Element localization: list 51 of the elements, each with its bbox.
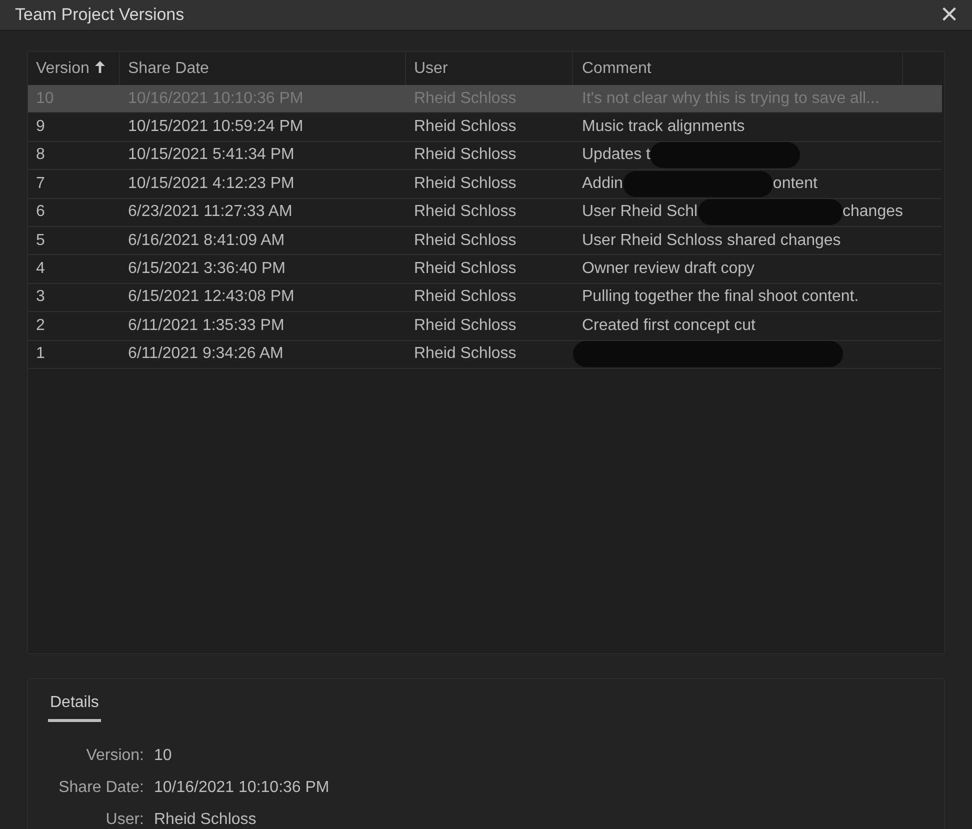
table-cell-text: Addin <box>582 174 623 194</box>
table-cell-text: 9 <box>35 117 46 138</box>
table-row[interactable]: 6 6/23/2021 11:27:33 AM Rheid Schloss User Rheid Schl changes <box>28 198 942 227</box>
table-cell-text: 6/11/2021 1:35:33 PM <box>127 316 286 336</box>
table-cell-text: User Rheid Schl <box>582 202 698 222</box>
table-cell-text: 7 <box>35 174 46 194</box>
field-label: Share Date: <box>58 778 144 798</box>
table-row[interactable]: 8 10/15/2021 5:41:34 PM Rheid Schloss Updates t <box>28 142 942 170</box>
table-cell-text: Rheid Schloss <box>413 202 518 222</box>
table-cell-text: 5 <box>35 230 46 251</box>
table-cell-text: 6/16/2021 8:41:09 AM <box>127 230 286 251</box>
table-cell-text: 4 <box>35 259 46 280</box>
field-value: Rheid Schloss <box>154 810 258 829</box>
table-row[interactable]: 3 6/15/2021 12:43:08 PM Rheid Schloss Pulling together the final shoot content. <box>28 284 942 312</box>
field-value: 10/16/2021 10:10:36 PM <box>154 778 330 798</box>
table-cell-text: Rheid Schloss <box>413 230 518 251</box>
window-title: Team Project Versions <box>15 4 184 26</box>
table-cell-text: 6/23/2021 11:27:33 AM <box>127 202 294 222</box>
table-cell-text: Music track alignments <box>582 117 745 138</box>
table-cell-text: Created first concept cut <box>582 316 756 336</box>
table-cell-text: 6/15/2021 12:43:08 PM <box>127 287 296 308</box>
table-cell-text: Pulling together the final shoot content. <box>582 287 859 308</box>
table-cell-text: 10/15/2021 5:41:34 PM <box>127 145 296 166</box>
table-cell-text: 6 <box>35 202 46 222</box>
table-cell-text: Rheid Schloss <box>413 259 518 280</box>
table-cell-text: Rheid Schloss <box>413 174 518 194</box>
table-cell-text: Owner review draft copy <box>582 259 755 280</box>
field-value: 10 <box>154 746 173 766</box>
table-cell-text: Rheid Schloss <box>413 316 518 336</box>
table-cell-text: Rheid Schloss <box>413 287 518 308</box>
table-cell-text: 1 <box>35 344 46 364</box>
details-tab[interactable]: Details <box>48 691 101 722</box>
table-cell-text: 10/15/2021 4:12:23 PM <box>127 174 296 194</box>
table-row[interactable]: 7 10/15/2021 4:12:23 PM Rheid Schloss Addin ontent <box>28 170 942 199</box>
table-cell-text: changes <box>842 202 903 222</box>
table-cell-text: 10/15/2021 10:59:24 PM <box>127 117 304 138</box>
table-row[interactable]: 1 6/11/2021 9:34:26 AM Rheid Schloss <box>28 340 942 369</box>
table-cell-text: 6/15/2021 3:36:40 PM <box>127 259 286 280</box>
table-cell-text: 3 <box>35 287 46 308</box>
table-cell-text: ontent <box>772 174 818 194</box>
table-cell-text: Updates t <box>582 145 650 166</box>
field-label: Version: <box>85 746 144 766</box>
table-cell-text: 2 <box>35 316 46 336</box>
table-cell-text: Rheid Schloss <box>413 117 518 138</box>
table-cell-text: 6/11/2021 9:34:26 AM <box>127 344 284 364</box>
table-cell-text: 8 <box>35 145 46 166</box>
field-label: User: <box>104 810 144 829</box>
table-cell-text: Rheid Schloss <box>413 145 518 166</box>
table-cell-text: User Rheid Schloss shared changes <box>582 230 841 251</box>
table-cell-text: Rheid Schloss <box>413 344 518 364</box>
close-button[interactable]: × <box>936 0 962 30</box>
